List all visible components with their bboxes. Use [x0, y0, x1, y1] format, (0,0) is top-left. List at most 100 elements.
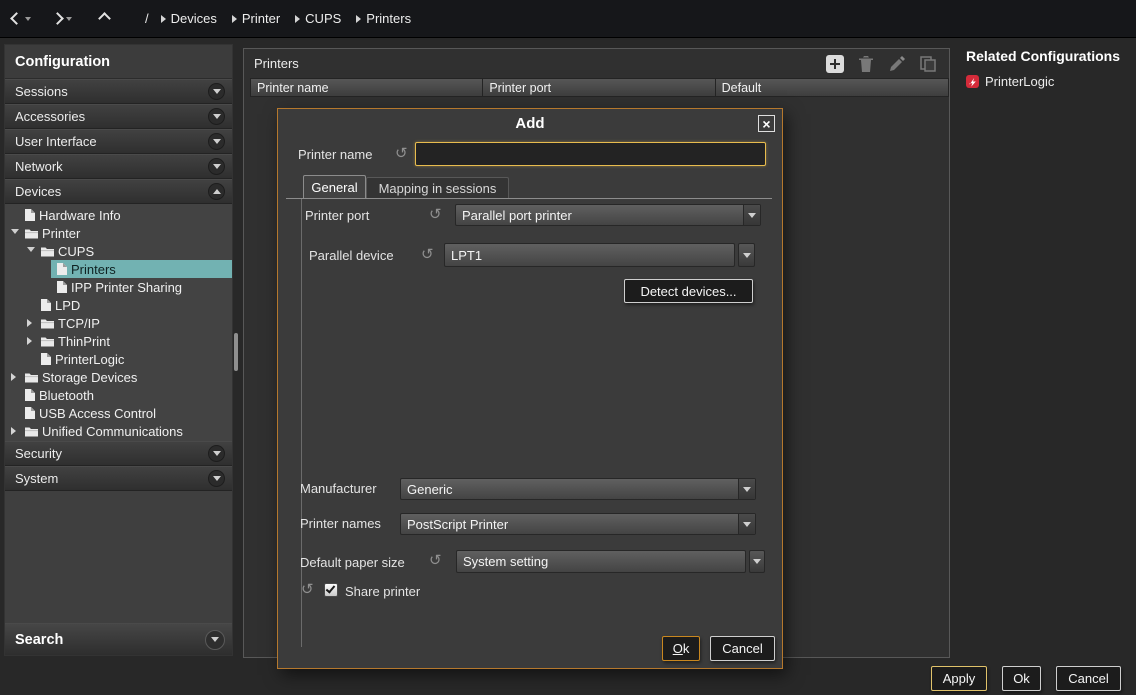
tree-item-usb-access-control[interactable]: USB Access Control	[5, 404, 232, 422]
forward-button[interactable]	[53, 11, 62, 26]
copy-icon	[919, 55, 937, 73]
printer-port-label: Printer port	[305, 208, 369, 223]
column-header-default[interactable]: Default	[716, 79, 948, 96]
related-item-printerlogic[interactable]: PrinterLogic	[966, 74, 1134, 89]
column-header-printer-port[interactable]: Printer port	[483, 79, 715, 96]
category-user-interface[interactable]: User Interface	[5, 129, 232, 154]
paper-size-dropdown-button[interactable]	[749, 550, 765, 573]
table-header-row: Printer name Printer port Default	[250, 78, 949, 97]
tree-item-printers[interactable]: Printers	[5, 260, 232, 278]
expand-category-button[interactable]	[208, 470, 225, 487]
printer-names-select[interactable]: PostScript Printer	[400, 513, 756, 535]
expand-category-button[interactable]	[208, 83, 225, 100]
apply-button[interactable]: Apply	[931, 666, 987, 691]
column-header-printer-name[interactable]: Printer name	[251, 79, 483, 96]
cancel-button[interactable]: Cancel	[1056, 666, 1121, 691]
dialog-cancel-button[interactable]: Cancel	[710, 636, 775, 661]
back-dropdown-icon[interactable]	[25, 17, 31, 21]
tree-item-printer[interactable]: Printer	[5, 224, 232, 242]
tree-item-cups[interactable]: CUPS	[5, 242, 232, 260]
category-sessions[interactable]: Sessions	[5, 79, 232, 104]
breadcrumb-item-devices[interactable]: Devices	[161, 11, 217, 26]
printer-names-label: Printer names	[300, 516, 381, 531]
ok-button[interactable]: Ok	[1002, 666, 1041, 691]
chevron-down-icon	[213, 451, 221, 456]
tab-mapping-in-sessions[interactable]: Mapping in sessions	[366, 177, 509, 198]
expand-icon[interactable]	[11, 427, 16, 435]
collapse-category-button[interactable]	[208, 183, 225, 200]
parallel-device-input[interactable]: LPT1	[444, 243, 735, 267]
duplicate-button[interactable]	[918, 54, 938, 74]
share-printer-checkbox[interactable]	[324, 583, 338, 597]
up-button[interactable]	[100, 11, 109, 26]
document-icon	[41, 299, 51, 311]
expand-icon[interactable]	[27, 319, 32, 327]
breadcrumb-item-cups[interactable]: CUPS	[295, 11, 341, 26]
delete-button[interactable]	[856, 54, 876, 74]
search-section[interactable]: Search	[5, 623, 232, 655]
category-accessories[interactable]: Accessories	[5, 104, 232, 129]
close-icon[interactable]	[758, 115, 775, 132]
manufacturer-label: Manufacturer	[300, 481, 377, 496]
search-expand-button[interactable]	[205, 630, 225, 650]
printer-name-input[interactable]	[415, 142, 766, 166]
sidebar-filler	[5, 491, 232, 623]
expand-category-button[interactable]	[208, 445, 225, 462]
tree-item-bluetooth[interactable]: Bluetooth	[5, 386, 232, 404]
collapse-icon[interactable]	[11, 229, 19, 234]
reset-icon[interactable]	[429, 207, 445, 223]
forward-dropdown-icon[interactable]	[66, 17, 72, 21]
tab-general[interactable]: General	[303, 175, 366, 198]
printer-name-label: Printer name	[298, 147, 372, 162]
detect-devices-button[interactable]: Detect devices...	[624, 279, 753, 303]
chevron-down-icon	[213, 114, 221, 119]
tree-item-hardware-info[interactable]: Hardware Info	[5, 206, 232, 224]
folder-icon	[41, 246, 54, 257]
parallel-device-dropdown-button[interactable]	[738, 243, 755, 267]
back-button[interactable]	[12, 11, 21, 26]
topbar: / Devices Printer CUPS Printers	[0, 0, 1136, 38]
expand-category-button[interactable]	[208, 108, 225, 125]
dropdown-arrow-icon	[738, 514, 755, 534]
breadcrumb-item-printer[interactable]: Printer	[232, 11, 280, 26]
document-icon	[57, 281, 67, 293]
reset-icon[interactable]	[395, 146, 411, 162]
reset-icon[interactable]	[421, 247, 437, 263]
expand-category-button[interactable]	[208, 133, 225, 150]
related-title: Related Configurations	[966, 48, 1134, 64]
expand-icon[interactable]	[27, 337, 32, 345]
add-icon	[825, 54, 845, 74]
expand-icon[interactable]	[11, 373, 16, 381]
tree-item-ipp-printer-sharing[interactable]: IPP Printer Sharing	[5, 278, 232, 296]
category-devices[interactable]: Devices	[5, 179, 232, 204]
tree-item-lpd[interactable]: LPD	[5, 296, 232, 314]
trash-icon	[858, 55, 874, 73]
manufacturer-select[interactable]: Generic	[400, 478, 756, 500]
reset-icon[interactable]	[301, 582, 317, 598]
category-security[interactable]: Security	[5, 441, 232, 466]
dropdown-arrow-icon	[743, 253, 751, 258]
breadcrumb-item-printers[interactable]: Printers	[356, 11, 411, 26]
splitter-handle[interactable]	[234, 333, 238, 371]
reset-icon[interactable]	[429, 553, 445, 569]
add-button[interactable]	[825, 54, 845, 74]
dialog-ok-button[interactable]: Ok	[662, 636, 700, 661]
breadcrumb-root[interactable]: /	[145, 11, 149, 26]
tree-item-storage-devices[interactable]: Storage Devices	[5, 368, 232, 386]
category-system[interactable]: System	[5, 466, 232, 491]
chevron-down-icon	[213, 89, 221, 94]
tree-item-tcp-ip[interactable]: TCP/IP	[5, 314, 232, 332]
tab-pane-border-top	[286, 198, 772, 199]
tree-item-thinprint[interactable]: ThinPrint	[5, 332, 232, 350]
folder-icon	[41, 336, 54, 347]
category-network[interactable]: Network	[5, 154, 232, 179]
paper-size-input[interactable]: System setting	[456, 550, 746, 573]
chevron-down-icon	[211, 637, 219, 642]
expand-category-button[interactable]	[208, 158, 225, 175]
collapse-icon[interactable]	[27, 247, 35, 252]
breadcrumb-arrow-icon	[161, 15, 166, 23]
edit-button[interactable]	[887, 54, 907, 74]
printer-port-select[interactable]: Parallel port printer	[455, 204, 761, 226]
tree-item-unified-communications[interactable]: Unified Communications	[5, 422, 232, 440]
tree-item-printerlogic[interactable]: PrinterLogic	[5, 350, 232, 368]
